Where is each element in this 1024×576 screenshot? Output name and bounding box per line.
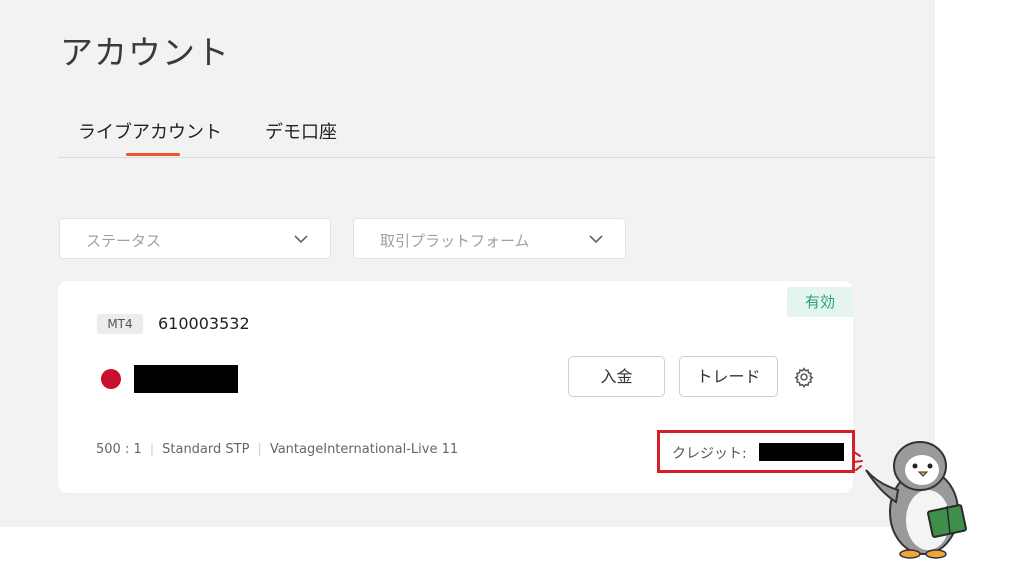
status-filter-select[interactable]: ステータス <box>59 218 331 259</box>
status-filter-label: ステータス <box>86 232 162 250</box>
credit-label: クレジット: <box>672 446 747 462</box>
redacted-account-name <box>134 365 238 393</box>
credit-highlight-box: クレジット: <box>657 430 855 473</box>
penguin-mascot-icon <box>853 441 967 559</box>
account-tabs: ライブアカウント デモ口座 <box>58 118 935 158</box>
leverage-value: 500 : 1 <box>96 442 142 457</box>
status-badge: 有効 <box>787 287 853 317</box>
account-type: Standard STP <box>162 442 250 457</box>
platform-filter-select[interactable]: 取引プラットフォーム <box>353 218 626 259</box>
deposit-button[interactable]: 入金 <box>568 356 665 397</box>
active-tab-indicator <box>126 153 180 156</box>
trade-button[interactable]: トレード <box>679 356 778 397</box>
redacted-credit-value <box>759 443 844 461</box>
platform-filter-label: 取引プラットフォーム <box>380 232 530 250</box>
chevron-down-icon <box>294 235 308 244</box>
gear-icon[interactable] <box>793 366 815 388</box>
divider: | <box>149 442 155 457</box>
tab-live-account[interactable]: ライブアカウント <box>78 118 222 144</box>
tab-demo-account[interactable]: デモ口座 <box>265 118 337 144</box>
flag-icon <box>101 369 121 389</box>
platform-tag: MT4 <box>97 314 143 334</box>
chevron-down-icon <box>589 235 603 244</box>
server-name: VantageInternational-Live 11 <box>269 442 459 457</box>
page-title: アカウント <box>60 33 230 72</box>
divider: | <box>257 442 262 457</box>
account-info-row: 500 : 1 | Standard STP | VantageInternationa… <box>96 442 458 457</box>
account-number: 610003532 <box>158 314 250 333</box>
